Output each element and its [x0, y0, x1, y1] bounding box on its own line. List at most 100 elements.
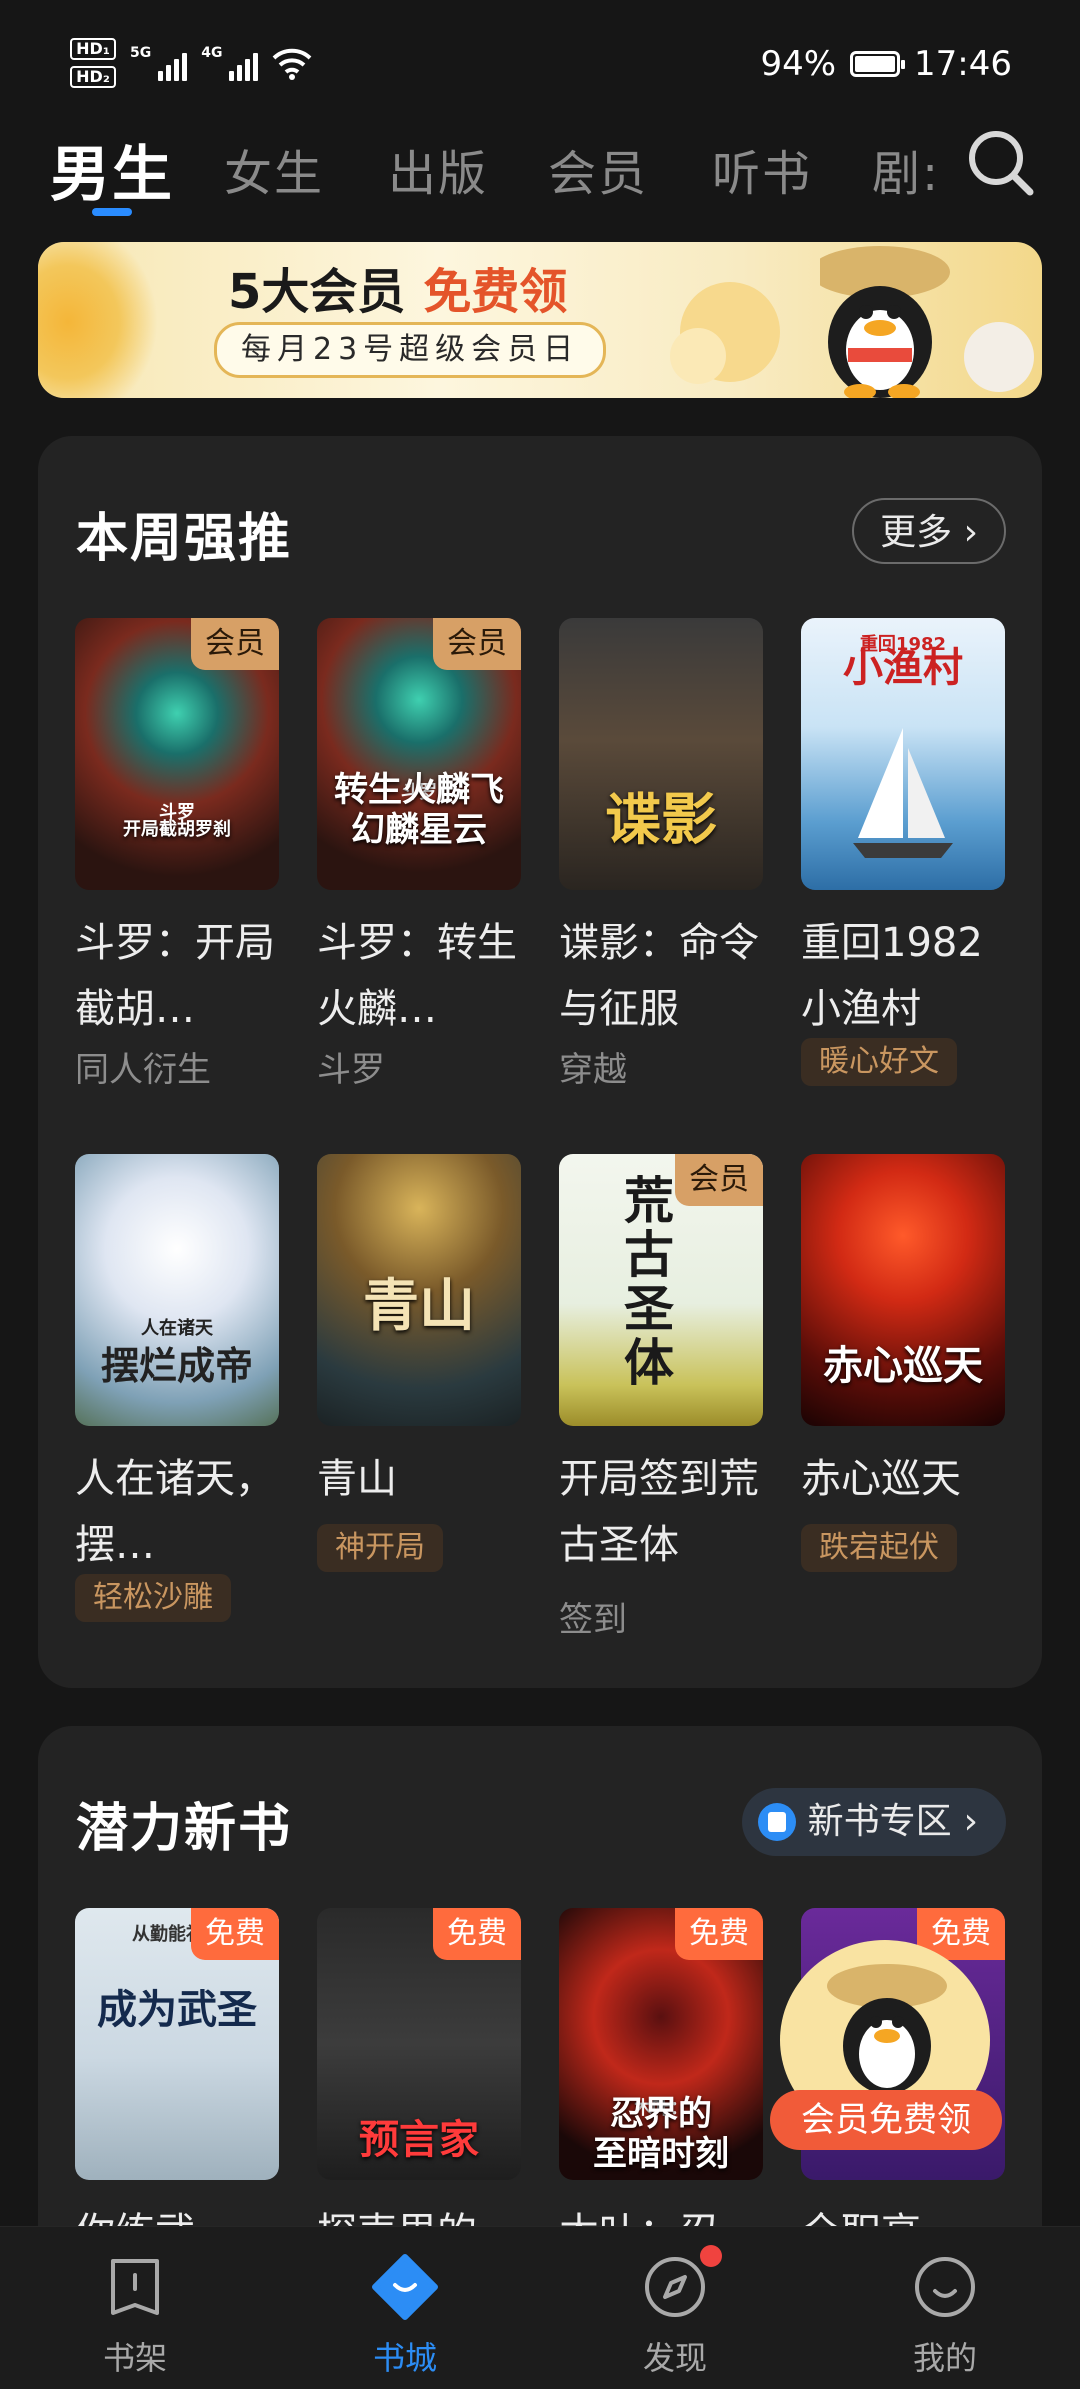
penguin-mascot-icon [827, 1964, 947, 2094]
book-card[interactable]: 预言家 免费 探声里的… [317, 1908, 521, 2256]
weekly-section: 本周强推 更多 › 斗罗 开局截胡罗刹 会员 斗罗：开局截胡… 同人衍生 斗罗 … [38, 436, 1042, 1688]
book-title: 开局签到荒古圣体 [559, 1456, 759, 1568]
penguin-mascot-icon [820, 246, 950, 398]
tab-male[interactable]: 男生 [50, 126, 174, 213]
book-title: 人在诸天，摆… [75, 1456, 275, 1568]
nav-label: 我的 [912, 2339, 977, 2377]
bookshelf-icon [111, 2259, 159, 2315]
leaf-decoration [38, 242, 158, 398]
book-card[interactable]: 木叶： 忍界的 至暗时刻 免费 木叶：忍… [559, 1908, 763, 2256]
book-tag: 轻松沙雕 [75, 1574, 231, 1622]
category-tabs: 男生 女生 出版 会员 听书 剧: [0, 120, 1080, 230]
book-title: 谍影：命令与征服 [559, 920, 759, 1032]
vip-badge: 会员 [433, 618, 521, 670]
book-cover: 谍影 [559, 618, 763, 890]
free-badge: 免费 [433, 1908, 521, 1960]
section-title: 潜力新书 [76, 1799, 293, 1859]
vip-free-promo[interactable]: 会员免费领 [770, 1940, 1002, 2150]
book-cover: 荒古圣体 会员 [559, 1154, 763, 1426]
cover-text: 荒古圣体 [624, 1171, 674, 1392]
book-card[interactable]: 荒古圣体 会员 开局签到荒古圣体 签到 [559, 1154, 763, 1644]
book-cover: 木叶： 忍界的 至暗时刻 免费 [559, 1908, 763, 2180]
nav-profile[interactable]: 我的 [870, 2251, 1020, 2379]
book-card[interactable]: 斗罗 开局截胡罗刹 会员 斗罗：开局截胡… 同人衍生 [75, 618, 279, 1098]
more-button[interactable]: 更多 › [852, 498, 1006, 564]
book-cover: 青山 [317, 1154, 521, 1426]
cover-text: 忍界的 至暗时刻 [593, 2094, 729, 2174]
book-genre: 斗罗 [317, 1050, 385, 1090]
tab-drama[interactable]: 剧: [872, 134, 940, 204]
cover-text: 摆烂成帝 [100, 1343, 253, 1388]
battery-percent: 94% [760, 44, 837, 84]
promo-label: 会员免费领 [770, 2090, 1002, 2150]
nav-discover[interactable]: 发现 [600, 2245, 750, 2379]
battery-icon [850, 51, 906, 77]
hd-indicator: HD₁ HD₂ [70, 38, 116, 88]
nav-label: 书架 [102, 2339, 167, 2377]
book-cover: 从勤能补拙 成为武圣 免费 [75, 1908, 279, 2180]
book-title: 赤心巡天 [801, 1456, 961, 1502]
book-card[interactable]: 斗罗 转生火麟飞 幻麟星云 会员 斗罗：转生火麟… 斗罗 [317, 618, 521, 1098]
tab-indicator [92, 208, 132, 216]
free-badge: 免费 [675, 1908, 763, 1960]
book-title: 斗罗：转生火麟… [317, 920, 517, 1032]
tab-publish[interactable]: 出版 [388, 134, 488, 204]
book-title: 重回1982小渔村 [801, 920, 983, 1032]
nav-label: 发现 [642, 2339, 707, 2377]
book-tag: 神开局 [317, 1524, 443, 1572]
wifi-icon [273, 48, 312, 80]
coin-decoration [670, 328, 726, 384]
book-card[interactable]: 赤心巡天 赤心巡天 跌宕起伏 [801, 1154, 1005, 1644]
newbook-zone-button[interactable]: 新书专区 › [741, 1788, 1006, 1856]
book-cover: 赤心巡天 [801, 1154, 1005, 1426]
book-tag: 暖心好文 [801, 1038, 957, 1086]
nav-bookshelf[interactable]: 书架 [60, 2251, 210, 2379]
book-cover: 重回1982 小渔村 [801, 618, 1005, 890]
notification-dot [700, 2245, 722, 2267]
net1-label: 5G [130, 45, 152, 61]
status-bar: HD₁ HD₂ 5G 4G 94% 17:46 [0, 0, 1080, 120]
vip-badge: 会员 [675, 1154, 763, 1206]
book-card[interactable]: 青山 青山 神开局 [317, 1154, 521, 1644]
book-cover: 人在诸天 摆烂成帝 [75, 1154, 279, 1426]
cover-text: 成为武圣 [97, 1986, 257, 2033]
book-tag: 跌宕起伏 [801, 1524, 957, 1572]
book-card[interactable]: 人在诸天 摆烂成帝 人在诸天，摆… 轻松沙雕 [75, 1154, 279, 1644]
cover-text: 转生火麟飞 幻麟星云 [334, 770, 504, 850]
hd2-label: HD₂ [70, 66, 116, 88]
free-badge: 免费 [191, 1908, 279, 1960]
book-card[interactable]: 重回1982 小渔村 重回1982小渔村 暖心好文 [801, 618, 1005, 1098]
book-cover: 斗罗 开局截胡罗刹 会员 [75, 618, 279, 890]
net2-label: 4G [201, 45, 223, 61]
book-title: 青山 [317, 1456, 397, 1502]
book-genre: 穿越 [559, 1050, 627, 1090]
vip-badge: 会员 [191, 618, 279, 670]
cover-text: 开局截胡罗刹 [123, 819, 231, 840]
cover-text: 谍影 [605, 787, 717, 853]
banner-title: 5大会员 免费领 [228, 252, 567, 322]
sailboat-icon [853, 728, 953, 858]
search-icon[interactable] [966, 128, 1036, 198]
book-card[interactable]: 从勤能补拙 成为武圣 免费 你练武… [75, 1908, 279, 2256]
tab-vip[interactable]: 会员 [548, 134, 648, 204]
cover-top-text: 人在诸天 [141, 1318, 213, 1339]
banner-highlight: 免费领 [423, 264, 568, 320]
signal-4g-icon: 4G [201, 45, 259, 81]
tab-female[interactable]: 女生 [224, 134, 324, 204]
clock: 17:46 [914, 44, 1012, 84]
profile-icon [915, 2257, 975, 2317]
book-zone-icon [757, 1803, 796, 1841]
book-cover: 预言家 免费 [317, 1908, 521, 2180]
more-label: 更多 [880, 512, 953, 553]
cover-text: 小渔村 [843, 644, 963, 691]
vip-banner[interactable]: 5大会员 免费领 每月23号超级会员日 [38, 242, 1042, 398]
signal-5g-icon: 5G [130, 45, 188, 81]
book-genre: 签到 [559, 1600, 627, 1640]
nav-bookstore[interactable]: 书城 [330, 2251, 480, 2379]
tab-audio[interactable]: 听书 [712, 134, 812, 204]
book-card[interactable]: 谍影 谍影：命令与征服 穿越 [559, 618, 763, 1098]
compass-icon [645, 2257, 705, 2317]
nav-label: 书城 [372, 2339, 437, 2377]
hd1-label: HD₁ [70, 38, 116, 60]
cover-text: 赤心巡天 [823, 1342, 983, 1389]
